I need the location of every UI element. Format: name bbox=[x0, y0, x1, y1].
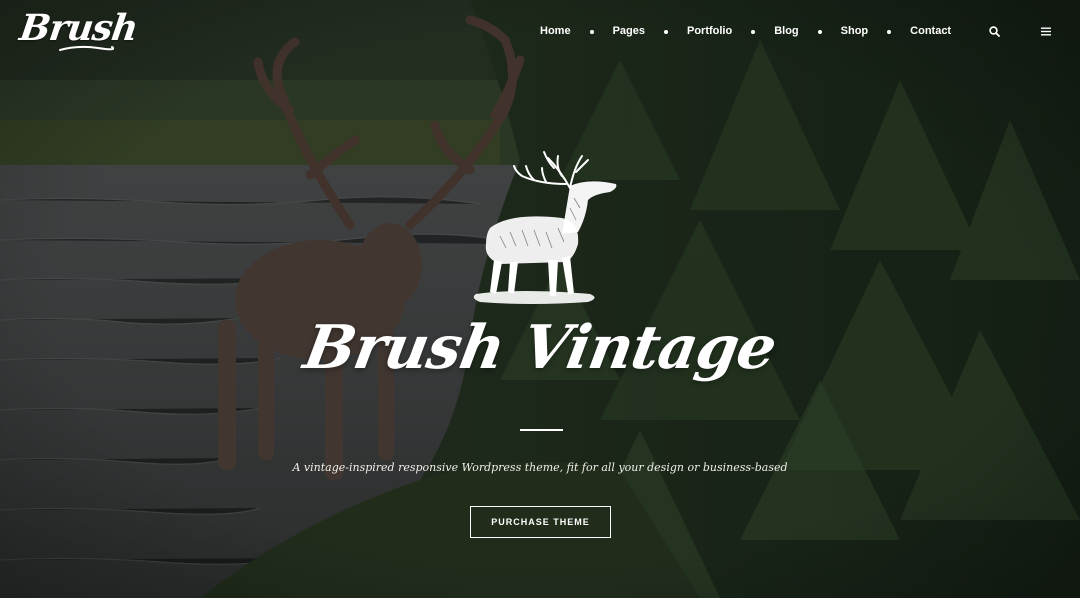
nav-separator bbox=[589, 30, 594, 34]
nav-pages[interactable]: Pages bbox=[613, 25, 645, 37]
nav-blog[interactable]: Blog bbox=[774, 25, 798, 37]
hamburger-menu-icon[interactable] bbox=[1038, 22, 1054, 40]
nav-separator bbox=[887, 30, 892, 34]
hero-section: Brush Home Pages Portfolio Blog Shop Con… bbox=[0, 0, 1080, 598]
nav-shop[interactable]: Shop bbox=[841, 25, 869, 37]
search-icon[interactable] bbox=[986, 22, 1002, 40]
purchase-theme-button[interactable]: PURCHASE THEME bbox=[470, 506, 611, 538]
nav-contact[interactable]: Contact bbox=[910, 25, 951, 37]
title-divider bbox=[520, 429, 563, 431]
nav-home[interactable]: Home bbox=[540, 25, 571, 37]
nav-separator bbox=[751, 30, 756, 34]
nav-separator bbox=[817, 30, 822, 34]
nav-portfolio[interactable]: Portfolio bbox=[687, 25, 732, 37]
stag-emblem-icon bbox=[473, 151, 617, 304]
hero-tagline: A vintage-inspired responsive Wordpress … bbox=[292, 461, 788, 474]
nav-separator bbox=[663, 30, 668, 34]
site-header: Brush Home Pages Portfolio Blog Shop Con… bbox=[0, 0, 1080, 62]
main-nav: Home Pages Portfolio Blog Shop Contact bbox=[540, 22, 951, 40]
hero-title: Brush Vintage bbox=[0, 308, 1080, 388]
hero-title-text: Brush Vintage bbox=[298, 313, 782, 383]
logo-swash bbox=[59, 45, 114, 51]
